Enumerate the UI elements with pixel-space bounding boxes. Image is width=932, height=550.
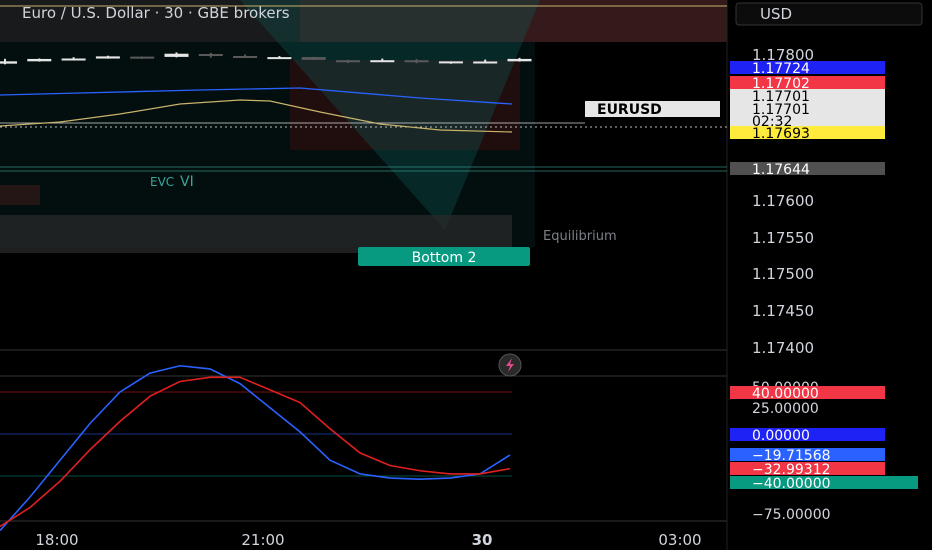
candle-body bbox=[233, 55, 258, 58]
oscillator-pane bbox=[0, 364, 511, 532]
chart-title: Euro / U.S. Dollar · 30 · GBE brokers bbox=[22, 4, 290, 22]
candle-body bbox=[267, 57, 292, 60]
time-tick-label: 18:00 bbox=[35, 531, 78, 549]
evc-label: EVC bbox=[150, 175, 174, 189]
price-label: 1.17644 bbox=[752, 162, 810, 178]
osc-axis-label: 25.00000 bbox=[752, 401, 819, 417]
time-axis[interactable]: 18:00 21:00 30 03:00 bbox=[35, 531, 701, 549]
price-tick-label: 1.17400 bbox=[752, 339, 814, 357]
equilibrium-label: Equilibrium bbox=[543, 229, 617, 244]
candle-body bbox=[61, 58, 86, 61]
osc-axis-label: 0.00000 bbox=[752, 428, 810, 444]
candle-body bbox=[404, 60, 429, 63]
candle-body bbox=[130, 56, 155, 59]
candle-body bbox=[198, 54, 223, 57]
price-tick-label: 1.17550 bbox=[752, 229, 814, 247]
candle-body bbox=[164, 53, 189, 57]
bottom-label: Bottom 2 bbox=[412, 250, 477, 266]
oscillator-axis: 50.0000040.0000025.000000.00000−19.71568… bbox=[730, 380, 918, 523]
candle-body bbox=[438, 61, 463, 64]
osc-blue-line bbox=[0, 364, 511, 532]
time-tick-label: 03:00 bbox=[658, 531, 701, 549]
osc-axis-label: 40.00000 bbox=[752, 386, 819, 402]
left-box bbox=[0, 185, 40, 205]
candle-body bbox=[473, 61, 498, 64]
trading-chart[interactable]: EVC VI Equilibrium Bottom 2 Euro / U.S. … bbox=[0, 0, 932, 550]
price-tick-label: 1.17500 bbox=[752, 265, 814, 283]
currency-label: USD bbox=[760, 5, 792, 23]
candle-body bbox=[336, 60, 360, 63]
osc-axis-label: −75.00000 bbox=[752, 507, 831, 523]
price-label: 1.17693 bbox=[752, 126, 810, 142]
price-tick-label: 1.17600 bbox=[752, 192, 814, 210]
osc-axis-label: −40.00000 bbox=[752, 476, 831, 492]
candle-body bbox=[0, 61, 17, 64]
candle-body bbox=[507, 58, 532, 62]
time-tick-label: 30 bbox=[472, 531, 493, 549]
candle-body bbox=[370, 60, 395, 63]
price-labels: 1.177241.177021.177011.1770102:321.17693… bbox=[730, 61, 885, 178]
symbol-tag: EURUSD bbox=[597, 102, 662, 118]
price-tick-label: 1.17450 bbox=[752, 302, 814, 320]
price-label: 1.17724 bbox=[752, 61, 810, 77]
osc-red-line bbox=[0, 376, 511, 528]
vi-label: VI bbox=[180, 174, 194, 190]
time-tick-label: 21:00 bbox=[241, 531, 284, 549]
candle-body bbox=[301, 57, 326, 60]
candle-body bbox=[27, 58, 52, 62]
candle-body bbox=[95, 56, 120, 59]
